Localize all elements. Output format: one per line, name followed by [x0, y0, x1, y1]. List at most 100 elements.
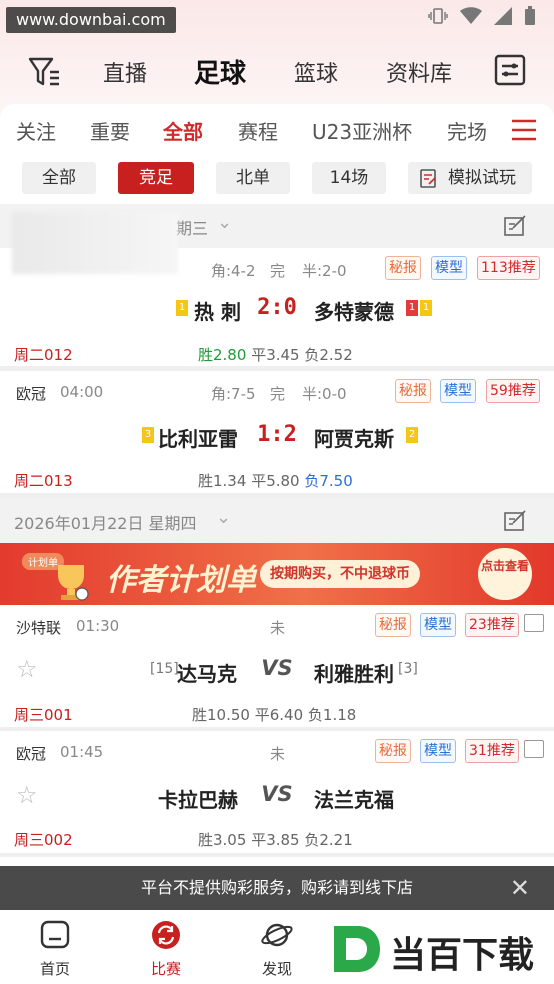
date-header: 2026年01月22日 星期四 ⌄	[0, 499, 554, 543]
match-card[interactable]: 沙特联 01:30 未 秘报 模型 23推荐 ☆ [15] 达马克 VS 利雅胜…	[0, 605, 554, 727]
banner-subtitle: 按期购买，不中退球币	[260, 560, 420, 588]
header: www.downbai.com 直播 足球 篮球 资料库	[0, 0, 554, 118]
odds-win: 胜3.05	[198, 831, 247, 849]
odds: 胜10.50 平6.40 负1.18	[192, 704, 356, 725]
red-card-badge: 1	[406, 300, 418, 316]
close-icon[interactable]: ✕	[510, 866, 530, 910]
secret-report-tag[interactable]: 秘报	[375, 739, 411, 763]
odds-lose: 负7.50	[304, 472, 353, 490]
sub-nav: 关注 重要 全部 赛程 U23亚洲杯 完场	[0, 104, 554, 154]
filter-simulate-label: 模拟试玩	[448, 168, 516, 188]
top-nav-database[interactable]: 资料库	[386, 56, 452, 88]
simulate-icon	[420, 169, 436, 188]
edit-note-icon[interactable]	[504, 215, 528, 237]
away-team: 阿贾克斯	[314, 427, 394, 451]
tab-u23-asian-cup[interactable]: U23亚洲杯	[312, 116, 412, 145]
model-tag[interactable]: 模型	[420, 739, 456, 763]
edit-note-icon[interactable]	[504, 510, 528, 532]
tab-home[interactable]: 首页	[20, 920, 90, 979]
tab-match-label: 比赛	[150, 960, 181, 978]
yellow-card-badge: 3	[142, 427, 154, 443]
vs-label: VS	[261, 782, 293, 806]
tab-follow[interactable]: 关注	[16, 116, 56, 145]
match-time: 04:00	[60, 383, 104, 401]
home-team: 热 刺	[194, 300, 241, 324]
tab-schedule[interactable]: 赛程	[238, 116, 278, 145]
match-card[interactable]: 欧冠 04:00 角:7-5 完 半:0-0 秘报 模型 59推荐 3 比利亚雷…	[0, 371, 554, 493]
filter-icon[interactable]	[28, 56, 62, 88]
league-name: 欧冠	[16, 745, 47, 763]
banner-title: 作者计划单	[106, 563, 256, 598]
odds-lose: 负1.18	[307, 706, 357, 724]
top-nav-basketball[interactable]: 篮球	[294, 56, 338, 88]
home-team: 卡拉巴赫	[158, 788, 238, 812]
top-nav: 直播 足球 篮球 资料库	[0, 48, 554, 94]
star-icon[interactable]: ☆	[16, 781, 38, 809]
filter-jingzu-chip[interactable]: 竞足	[118, 162, 194, 194]
tab-important[interactable]: 重要	[90, 116, 130, 145]
menu-icon[interactable]	[511, 119, 537, 141]
notice-bar: 平台不提供购彩服务，购彩请到线下店 ✕	[0, 866, 554, 910]
blurred-overlay	[12, 212, 178, 274]
filter-14-chip[interactable]: 14场	[312, 162, 386, 194]
settings-sliders-icon[interactable]	[494, 54, 526, 86]
wifi-icon	[460, 7, 482, 24]
secret-report-tag[interactable]: 秘报	[375, 613, 411, 637]
tab-all[interactable]: 全部	[163, 116, 203, 145]
match-status: 完	[270, 262, 286, 280]
tv-icon[interactable]	[524, 740, 544, 758]
match-score: 2:0	[257, 295, 297, 320]
tab-match[interactable]: 比赛	[131, 920, 201, 979]
match-time: 01:45	[60, 743, 104, 761]
odds-lose: 负2.52	[304, 346, 353, 364]
match-code: 周二013	[14, 472, 73, 490]
star-icon[interactable]: ☆	[16, 655, 38, 683]
yellow-card-badge: 1	[420, 300, 432, 316]
planet-icon	[261, 923, 293, 947]
chevron-down-icon[interactable]: ⌄	[216, 507, 231, 528]
odds: 胜3.05 平3.85 负2.21	[198, 829, 353, 850]
match-time: 01:30	[76, 617, 120, 635]
corner-stat: 角:7-5	[211, 385, 256, 403]
odds-draw: 平5.80	[251, 472, 300, 490]
brand-logo-text: 当百下载	[390, 935, 535, 976]
vs-label: VS	[261, 656, 293, 680]
filter-all-chip[interactable]: 全部	[22, 162, 96, 194]
notice-text: 平台不提供购彩服务，购彩请到线下店	[140, 878, 413, 897]
model-tag[interactable]: 模型	[440, 379, 476, 403]
recommend-tag[interactable]: 23推荐	[465, 613, 519, 637]
match-status: 未	[270, 619, 286, 637]
recommend-tag[interactable]: 113推荐	[477, 256, 540, 280]
recommend-tag[interactable]: 59推荐	[486, 379, 540, 403]
tv-icon[interactable]	[524, 614, 544, 632]
author-plan-banner[interactable]: 计划单 作者计划单 按期购买，不中退球币 点击查看	[0, 543, 554, 605]
model-tag[interactable]: 模型	[420, 613, 456, 637]
secret-report-tag[interactable]: 秘报	[385, 256, 421, 280]
away-team: 多特蒙德	[314, 300, 394, 324]
match-card[interactable]: 欧冠 01:45 未 秘报 模型 31推荐 ☆ 卡拉巴赫 VS 法兰克福 周三0…	[0, 731, 554, 853]
banner-view-button[interactable]: 点击查看	[478, 548, 532, 600]
filter-beidan-chip[interactable]: 北单	[216, 162, 290, 194]
date-header-text: 2026年01月22日 星期四	[14, 514, 197, 533]
odds: 胜1.34 平5.80 负7.50	[198, 470, 353, 491]
model-tag[interactable]: 模型	[431, 256, 467, 280]
league-name: 沙特联	[16, 619, 62, 637]
tab-discover[interactable]: 发现	[242, 920, 312, 979]
chevron-down-icon[interactable]: ⌄	[217, 212, 232, 233]
corner-stat: 角:4-2	[211, 262, 256, 280]
odds-draw: 平3.85	[251, 831, 300, 849]
top-nav-football[interactable]: 足球	[194, 53, 246, 90]
odds-win: 胜10.50	[192, 706, 250, 724]
top-nav-live[interactable]: 直播	[103, 56, 147, 88]
recommend-tag[interactable]: 31推荐	[465, 739, 519, 763]
home-rank: [15]	[150, 661, 179, 677]
yellow-card-badge: 2	[406, 427, 418, 443]
filter-simulate-chip[interactable]: 模拟试玩	[408, 162, 532, 194]
tab-discover-label: 发现	[261, 960, 292, 978]
odds-win: 胜1.34	[198, 472, 247, 490]
odds-draw: 平6.40	[254, 706, 304, 724]
odds-draw: 平3.45	[251, 346, 300, 364]
secret-report-tag[interactable]: 秘报	[395, 379, 431, 403]
odds-lose: 负2.21	[304, 831, 353, 849]
tab-finished[interactable]: 完场	[447, 116, 487, 145]
